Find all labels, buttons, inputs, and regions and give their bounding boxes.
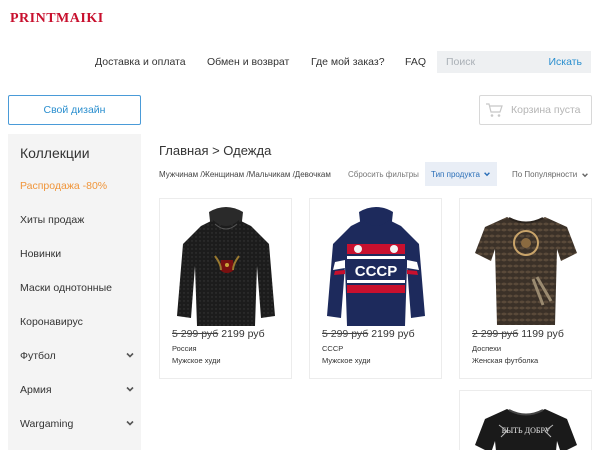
product-image[interactable]: CCCP: [310, 199, 441, 329]
cart-button[interactable]: Корзина пуста: [479, 95, 592, 125]
product-image[interactable]: [460, 199, 591, 329]
chevron-down-icon[interactable]: [125, 350, 135, 360]
sidebar-item-sale[interactable]: Распродажа -80%: [20, 180, 135, 192]
product-price: 2 299 руб 1199 руб: [472, 328, 564, 340]
sidebar-item-masks[interactable]: Маски однотонные: [20, 282, 135, 294]
current-price: 2199 руб: [371, 328, 415, 340]
product-card[interactable]: 2 299 руб 1199 руб Доспехи Женская футбол…: [459, 198, 592, 379]
chevron-down-icon: [484, 172, 490, 177]
nav-delivery-link[interactable]: Доставка и оплата: [95, 56, 186, 68]
old-price: 5 299 руб: [322, 328, 369, 340]
sidebar-item-football[interactable]: Футбол: [20, 350, 135, 362]
sidebar-item-wargaming[interactable]: Wargaming: [20, 418, 135, 430]
old-price: 2 299 руб: [472, 328, 519, 340]
sort-dropdown[interactable]: По Популярности: [512, 170, 589, 179]
site-logo[interactable]: PRINTMAIKI: [10, 11, 104, 27]
current-price: 2199 руб: [221, 328, 265, 340]
sidebar-item-new[interactable]: Новинки: [20, 248, 135, 260]
reset-filters-link[interactable]: Сбросить фильтры: [348, 170, 419, 179]
hoodie-print-text: CCCP: [354, 263, 397, 280]
chevron-down-icon[interactable]: [125, 384, 135, 394]
nav-exchange-link[interactable]: Обмен и возврат: [207, 56, 289, 68]
sidebar-item-label: Wargaming: [20, 418, 74, 430]
product-card[interactable]: БЫТЬ ДОБРУ: [459, 390, 592, 450]
sidebar-item-label: Армия: [20, 384, 52, 396]
search-input[interactable]: [437, 51, 545, 73]
sidebar-item-army[interactable]: Армия: [20, 384, 135, 396]
product-image[interactable]: [160, 199, 291, 329]
sidebar-item-bestsellers[interactable]: Хиты продаж: [20, 214, 135, 226]
own-design-button[interactable]: Свой дизайн: [8, 95, 141, 125]
chevron-down-icon: [582, 173, 589, 178]
nav-faq-link[interactable]: FAQ: [405, 56, 426, 68]
product-image[interactable]: БЫТЬ ДОБРУ: [460, 391, 591, 450]
current-price: 1199 руб: [521, 328, 564, 340]
product-card[interactable]: CCCP 5 299 руб 2199 руб СССР Мужское худи: [309, 198, 442, 379]
sort-label: По Популярности: [512, 170, 578, 179]
cart-icon: [486, 103, 503, 117]
filter-bar: Мужчинам /Женщинам /Мальчикам /Девочкам …: [159, 162, 593, 186]
product-price: 5 299 руб 2199 руб: [172, 328, 265, 340]
gender-filter-links[interactable]: Мужчинам /Женщинам /Мальчикам /Девочкам: [159, 170, 331, 179]
cart-label: Корзина пуста: [511, 104, 581, 116]
nav-order-status-link[interactable]: Где мой заказ?: [311, 56, 385, 68]
old-price: 5 299 руб: [172, 328, 219, 340]
search-bar: Искать: [437, 51, 591, 73]
breadcrumb: Главная > Одежда: [159, 143, 272, 158]
search-button[interactable]: Искать: [548, 56, 582, 68]
product-name[interactable]: СССР: [322, 344, 343, 353]
sidebar-item-label: Футбол: [20, 350, 56, 362]
product-type: Мужское худи: [172, 356, 221, 365]
product-type: Женская футболка: [472, 356, 539, 365]
product-type-dropdown[interactable]: Тип продукта: [425, 162, 497, 186]
tshirt-print-text: БЫТЬ ДОБРУ: [501, 426, 550, 435]
collections-title: Коллекции: [20, 145, 90, 161]
product-type-label: Тип продукта: [431, 169, 480, 179]
sidebar-item-coronavirus[interactable]: Коронавирус: [20, 316, 135, 328]
product-name[interactable]: Россия: [172, 344, 197, 353]
chevron-down-icon[interactable]: [125, 418, 135, 428]
product-price: 5 299 руб 2199 руб: [322, 328, 415, 340]
collections-sidebar: Коллекции Распродажа -80% Хиты продаж Но…: [8, 134, 141, 450]
product-card[interactable]: 5 299 руб 2199 руб Россия Мужское худи: [159, 198, 292, 379]
product-name[interactable]: Доспехи: [472, 344, 501, 353]
product-type: Мужское худи: [322, 356, 371, 365]
